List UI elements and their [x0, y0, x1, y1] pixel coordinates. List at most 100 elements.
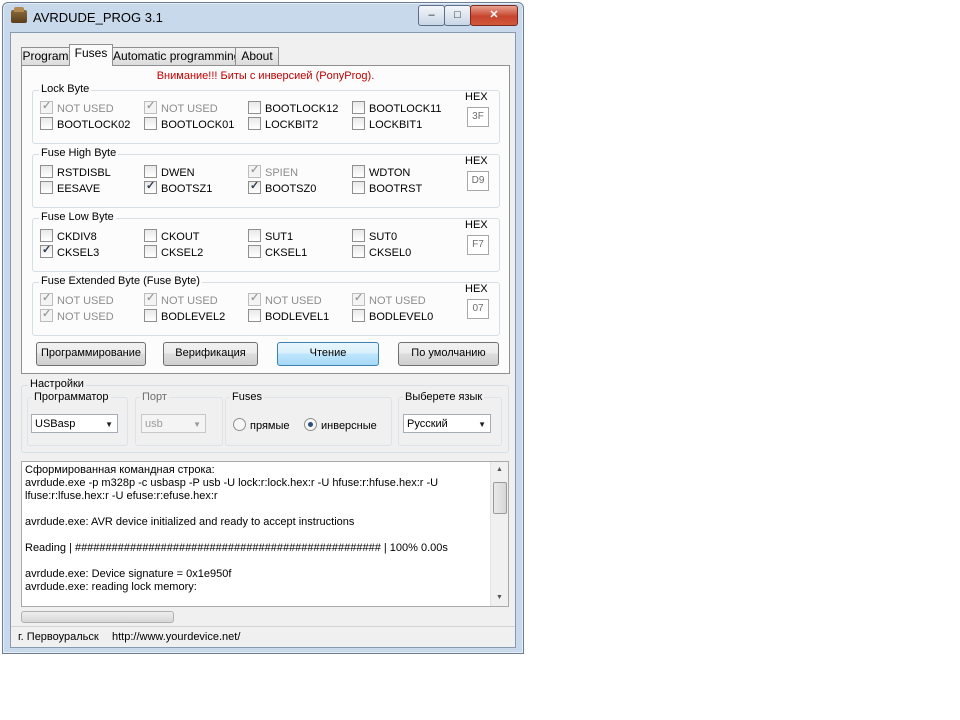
ext-bit-checkbox[interactable]: BODLEVEL1 — [248, 309, 329, 323]
log-vertical-scrollbar[interactable]: ▲ ▼ — [490, 462, 508, 606]
checkbox-box — [248, 291, 261, 306]
checkbox-label: NOT USED — [265, 295, 322, 307]
low-bit-checkbox[interactable]: CKSEL1 — [248, 245, 307, 259]
checkbox-box — [144, 245, 157, 258]
tab-fuses[interactable]: Fuses — [69, 44, 113, 66]
radio-direct[interactable]: прямые — [233, 418, 290, 432]
close-button[interactable]: ✕ — [470, 5, 518, 26]
low-hex-value: F7 — [467, 235, 489, 255]
ext-bit-checkbox: NOT USED — [352, 291, 426, 307]
high-bit-checkbox[interactable]: BOOTRST — [352, 181, 422, 195]
checkbox-box — [144, 165, 157, 178]
scroll-up-icon[interactable]: ▲ — [491, 462, 508, 478]
port-group: Порт usb ▼ — [135, 391, 223, 446]
verify-button[interactable]: Верификация — [163, 342, 258, 366]
log-line: Reading | ##############################… — [25, 542, 448, 554]
checkbox-label: SUT0 — [369, 231, 398, 243]
log-line: avrdude.exe: Device signature = 0x1e950f — [25, 568, 232, 580]
checkbox-box — [40, 165, 53, 178]
checkbox-box — [40, 243, 53, 258]
lock-bit-checkbox[interactable]: BOOTLOCK12 — [248, 101, 338, 115]
chevron-down-icon: ▼ — [478, 420, 486, 429]
high-bit-checkbox[interactable]: EESAVE — [40, 181, 100, 195]
high-bit-checkbox[interactable]: RSTDISBL — [40, 165, 111, 179]
radio-inverse[interactable]: инверсные — [304, 418, 377, 432]
read-button[interactable]: Чтение — [277, 342, 379, 366]
lock-bit-checkbox[interactable]: LOCKBIT1 — [352, 117, 422, 131]
checkbox-label: BODLEVEL2 — [161, 311, 226, 323]
low-bit-checkbox[interactable]: CKSEL2 — [144, 245, 203, 259]
checkbox-box — [40, 291, 53, 306]
ext-bit-checkbox[interactable]: BODLEVEL2 — [144, 309, 225, 323]
checkbox-box — [40, 229, 53, 242]
radio-direct-dot — [233, 418, 246, 431]
scroll-thumb[interactable] — [493, 482, 507, 514]
language-group: Выберете язык Русский ▼ — [398, 391, 502, 446]
high-bit-checkbox[interactable]: WDTON — [352, 165, 410, 179]
minimize-button[interactable]: ‒ — [418, 5, 445, 26]
checkbox-label: CKSEL2 — [161, 247, 204, 259]
port-value: usb — [145, 418, 163, 430]
program-button[interactable]: Программирование — [36, 342, 146, 366]
ext-hex-value: 07 — [467, 299, 489, 319]
group-title: Fuse Low Byte — [39, 211, 116, 223]
high-bit-checkbox: SPIEN — [248, 163, 298, 179]
checkbox-box — [40, 307, 53, 322]
settings-title: Настройки — [28, 378, 86, 390]
tab-about[interactable]: About — [235, 47, 279, 65]
scroll-down-icon[interactable]: ▼ — [491, 590, 508, 606]
low-bit-checkbox[interactable]: CKSEL3 — [40, 243, 99, 259]
horizontal-scrollbar[interactable] — [21, 611, 174, 623]
low-bit-checkbox[interactable]: SUT0 — [352, 229, 397, 243]
checkbox-box — [352, 117, 365, 130]
checkbox-box — [248, 245, 261, 258]
checkbox-label: SUT1 — [265, 231, 294, 243]
checkbox-label: EESAVE — [57, 183, 101, 195]
window-title: AVRDUDE_PROG 3.1 — [33, 10, 163, 25]
low-bit-checkbox[interactable]: CKOUT — [144, 229, 200, 243]
fuses-mode-label: Fuses — [230, 391, 264, 403]
tab-program[interactable]: Program — [21, 47, 70, 65]
programmer-value: USBasp — [35, 418, 76, 430]
low-bit-checkbox[interactable]: SUT1 — [248, 229, 293, 243]
checkbox-box — [352, 181, 365, 194]
high-bit-checkbox[interactable]: DWEN — [144, 165, 195, 179]
programmer-select[interactable]: USBasp ▼ — [31, 414, 118, 433]
status-city: г. Первоуральск — [18, 631, 99, 643]
lock-bit-checkbox[interactable]: BOOTLOCK11 — [352, 101, 442, 115]
checkbox-box — [352, 165, 365, 178]
language-select[interactable]: Русский ▼ — [403, 414, 491, 433]
checkbox-label: NOT USED — [161, 295, 218, 307]
low-bit-checkbox[interactable]: CKSEL0 — [352, 245, 411, 259]
tab-automatic-programming[interactable]: Automatic programming — [112, 47, 240, 65]
hex-label: HEX — [465, 155, 488, 167]
high-bit-checkbox[interactable]: BOOTSZ0 — [248, 179, 316, 195]
programmer-group: Программатор USBasp ▼ — [27, 391, 128, 446]
lock-bit-checkbox[interactable]: BOOTLOCK01 — [144, 117, 234, 131]
status-url[interactable]: http://www.yourdevice.net/ — [112, 627, 240, 647]
lock-bit-checkbox[interactable]: BOOTLOCK02 — [40, 117, 130, 131]
radio-inverse-dot — [304, 418, 317, 431]
maximize-button[interactable]: □ — [444, 5, 471, 26]
ext-bit-checkbox: NOT USED — [40, 291, 114, 307]
client-area: Program Fuses Automatic programming Abou… — [10, 32, 516, 648]
lock-bit-checkbox: NOT USED — [40, 99, 114, 115]
fuses-mode-group: Fuses прямые инверсные — [225, 391, 392, 446]
low-bit-checkbox[interactable]: CKDIV8 — [40, 229, 97, 243]
lock-bit-checkbox[interactable]: LOCKBIT2 — [248, 117, 318, 131]
high-bit-checkbox[interactable]: BOOTSZ1 — [144, 179, 212, 195]
title-bar[interactable]: AVRDUDE_PROG 3.1 ‒ □ ✕ — [3, 3, 523, 31]
default-button[interactable]: По умолчанию — [398, 342, 499, 366]
port-select[interactable]: usb ▼ — [141, 414, 206, 433]
fuse-high-byte-group: Fuse High Byte HEX D9 RSTDISBL DWEN SPIEN W… — [32, 147, 500, 208]
checkbox-box — [248, 117, 261, 130]
ext-bit-checkbox[interactable]: BODLEVEL0 — [352, 309, 433, 323]
radio-direct-label: прямые — [250, 420, 290, 432]
log-output[interactable]: Сформированная командная строка: avrdude.… — [21, 461, 509, 607]
status-bar: г. Первоуральск http://www.yourdevice.ne… — [11, 626, 515, 648]
group-title: Lock Byte — [39, 83, 92, 95]
chevron-down-icon: ▼ — [105, 420, 113, 429]
checkbox-box — [352, 101, 365, 114]
checkbox-box — [352, 291, 365, 306]
checkbox-label: NOT USED — [57, 103, 114, 115]
